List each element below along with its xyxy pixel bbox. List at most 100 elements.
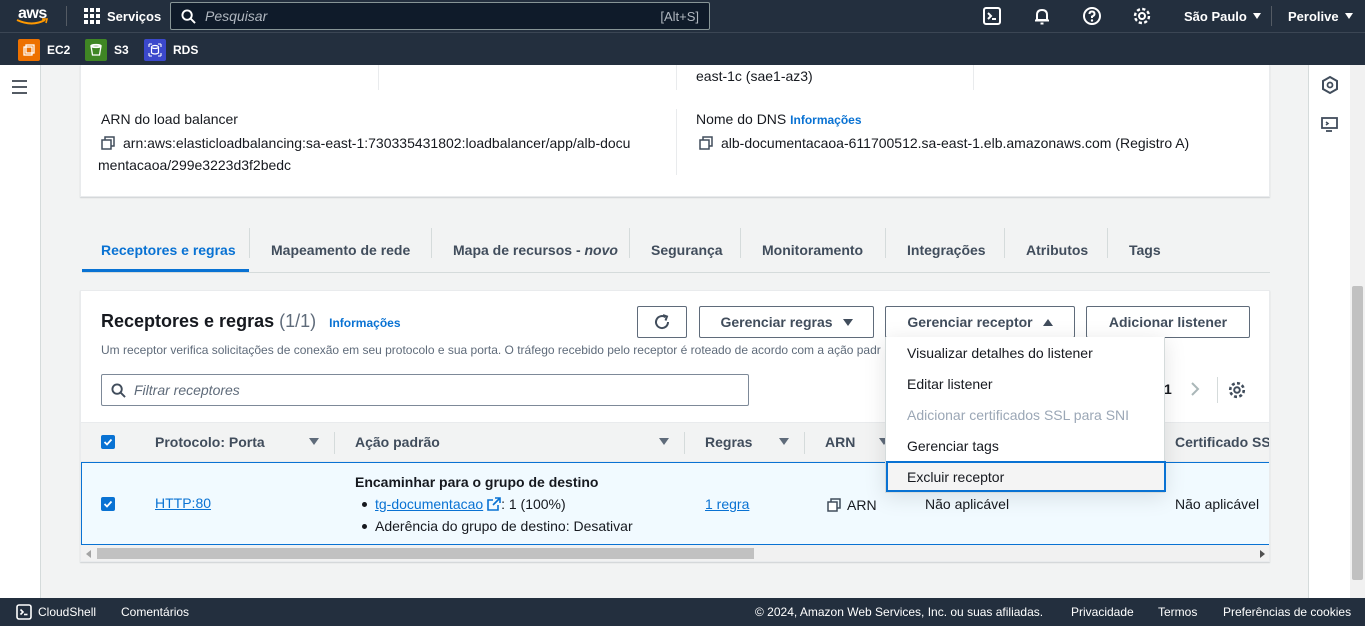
listeners-count: (1/1) [279, 311, 317, 331]
footer-feedback-link[interactable]: Comentários [121, 598, 189, 626]
caret-down-icon [1344, 13, 1353, 19]
left-navigation-panel [0, 65, 41, 598]
tab-monitoring[interactable]: Monitoramento [762, 228, 863, 272]
column-separator [334, 432, 335, 454]
tab-separator [885, 228, 886, 258]
scroll-right-arrow-icon[interactable] [1260, 550, 1265, 558]
footer-cloudshell-button[interactable]: CloudShell [16, 598, 96, 626]
favorite-ec2[interactable]: EC2 [18, 39, 70, 61]
menu-hamburger-icon[interactable] [12, 80, 27, 98]
tab-security[interactable]: Segurança [651, 228, 723, 272]
rules-link[interactable]: 1 regra [705, 496, 749, 512]
menu-item-edit-listener[interactable]: Editar listener [886, 368, 1166, 399]
arn-value: arn:aws:elasticloadbalancing:sa-east-1:7… [98, 132, 668, 176]
tab-attributes[interactable]: Atributos [1026, 228, 1088, 272]
screen-feedback-icon[interactable] [1320, 115, 1340, 135]
footer-copyright: © 2024, Amazon Web Services, Inc. ou sua… [755, 605, 1044, 619]
copy-icon[interactable] [827, 498, 841, 512]
list-bullet [362, 524, 367, 529]
sort-caret-icon[interactable] [659, 438, 669, 445]
nav-separator [1271, 6, 1272, 26]
column-header-protocol-port[interactable]: Protocolo: Porta [155, 434, 265, 450]
menu-item-manage-tags[interactable]: Gerenciar tags [886, 430, 1166, 461]
tab-separator [1107, 228, 1108, 258]
menu-item-delete-listener[interactable]: Excluir receptor [886, 461, 1166, 492]
footer-cookie-preferences-link[interactable]: Preferências de cookies [1223, 598, 1351, 626]
page-scrollbar-thumb[interactable] [1352, 286, 1363, 580]
menu-item-add-ssl-certificates: Adicionar certificados SSL para SNI [907, 406, 1130, 423]
external-link-icon[interactable] [487, 497, 501, 511]
column-header-arn[interactable]: ARN [825, 434, 855, 450]
tab-resource-map[interactable]: Mapa de recursos - novo [453, 228, 618, 272]
listeners-info-link[interactable]: Informações [329, 316, 400, 330]
column-header-default-action[interactable]: Ação padrão [355, 434, 440, 450]
account-menu[interactable]: Perolive [1288, 0, 1353, 32]
column-header-ssl-certificate[interactable]: Certificado SSL [1175, 434, 1269, 450]
dns-value-text: alb-documentacaoa-611700512.sa-east-1.el… [721, 135, 1190, 151]
arn-cell-label: ARN [847, 497, 877, 513]
column-header-rules[interactable]: Regras [705, 434, 752, 450]
column-divider [973, 65, 974, 90]
add-listener-button[interactable]: Adicionar listener [1086, 306, 1250, 338]
s3-service-icon [85, 39, 107, 61]
table-horizontal-scrollbar[interactable] [81, 545, 1269, 561]
tab-integrations[interactable]: Integrações [907, 228, 986, 272]
add-listener-label: Adicionar listener [1108, 314, 1228, 330]
row-checkbox[interactable] [101, 497, 115, 511]
region-selector[interactable]: São Paulo [1184, 0, 1261, 32]
region-label: São Paulo [1184, 8, 1247, 24]
help-icon[interactable] [1082, 6, 1102, 26]
tab-listeners-rules[interactable]: Receptores e regras [101, 228, 236, 272]
refresh-button[interactable] [637, 306, 687, 338]
scroll-left-arrow-icon[interactable] [86, 550, 91, 558]
services-menu-button[interactable]: Serviços [84, 0, 161, 32]
info-panel-hexagon-icon[interactable] [1320, 75, 1340, 95]
ssl-certificate-cell: Não aplicável [1175, 496, 1260, 512]
pagination-separator [1217, 377, 1218, 403]
global-search[interactable]: [Alt+S] [170, 2, 710, 30]
filter-listeners-input[interactable] [134, 380, 734, 400]
footer-privacy-link[interactable]: Privacidade [1071, 598, 1134, 626]
tab-network-mapping[interactable]: Mapeamento de rede [271, 228, 410, 272]
check-icon [103, 438, 113, 446]
protocol-port-link[interactable]: HTTP:80 [155, 495, 211, 511]
copy-icon[interactable] [101, 136, 115, 150]
aws-logo[interactable]: aws [16, 5, 52, 27]
target-group-item: tg-documentacao : 1 (100%) [375, 496, 566, 512]
footer-terms-link[interactable]: Termos [1158, 598, 1197, 626]
tab-separator [1004, 228, 1005, 258]
cloudshell-icon [16, 604, 32, 620]
tab-tags[interactable]: Tags [1129, 228, 1161, 272]
chevron-right-icon[interactable] [1189, 381, 1201, 397]
sort-caret-icon[interactable] [779, 438, 789, 445]
favorite-rds[interactable]: RDS [144, 39, 198, 61]
filter-listeners[interactable] [101, 374, 749, 406]
copy-icon[interactable] [699, 136, 713, 150]
cloudshell-icon[interactable] [982, 6, 1002, 26]
table-scrollbar-thumb[interactable] [97, 548, 754, 559]
caret-up-icon [1042, 318, 1053, 326]
favorite-s3[interactable]: S3 [85, 39, 129, 61]
sort-caret-icon[interactable] [309, 438, 319, 445]
select-all-checkbox[interactable] [101, 435, 115, 449]
manage-listener-button[interactable]: Gerenciar receptor [885, 306, 1075, 338]
manage-rules-label: Gerenciar regras [720, 314, 833, 330]
dns-info-link[interactable]: Informações [790, 113, 861, 127]
column-divider [676, 109, 677, 175]
list-bullet [362, 502, 367, 507]
details-tabs: Receptores e regras Mapeamento de rede M… [82, 228, 1270, 273]
notifications-bell-icon[interactable] [1032, 6, 1052, 26]
check-icon [103, 500, 113, 508]
load-balancer-details-card: east-1c (sae1-az3) ARN do load balancer … [80, 65, 1270, 197]
target-group-link[interactable]: tg-documentacao [375, 496, 483, 512]
tab-separator [249, 228, 250, 258]
menu-item-view-listener-details[interactable]: Visualizar detalhes do listener [886, 337, 1166, 368]
global-search-input[interactable] [205, 6, 625, 26]
listeners-title: Receptores e regras [101, 311, 275, 331]
manage-rules-button[interactable]: Gerenciar regras [699, 306, 874, 338]
manage-listener-dropdown: Visualizar detalhes do listener Editar l… [885, 337, 1166, 493]
settings-gear-icon[interactable] [1132, 6, 1152, 26]
ec2-service-icon [18, 39, 40, 61]
table-preferences-gear-icon[interactable] [1227, 380, 1247, 400]
dns-label: Nome do DNS Informações [696, 111, 862, 127]
